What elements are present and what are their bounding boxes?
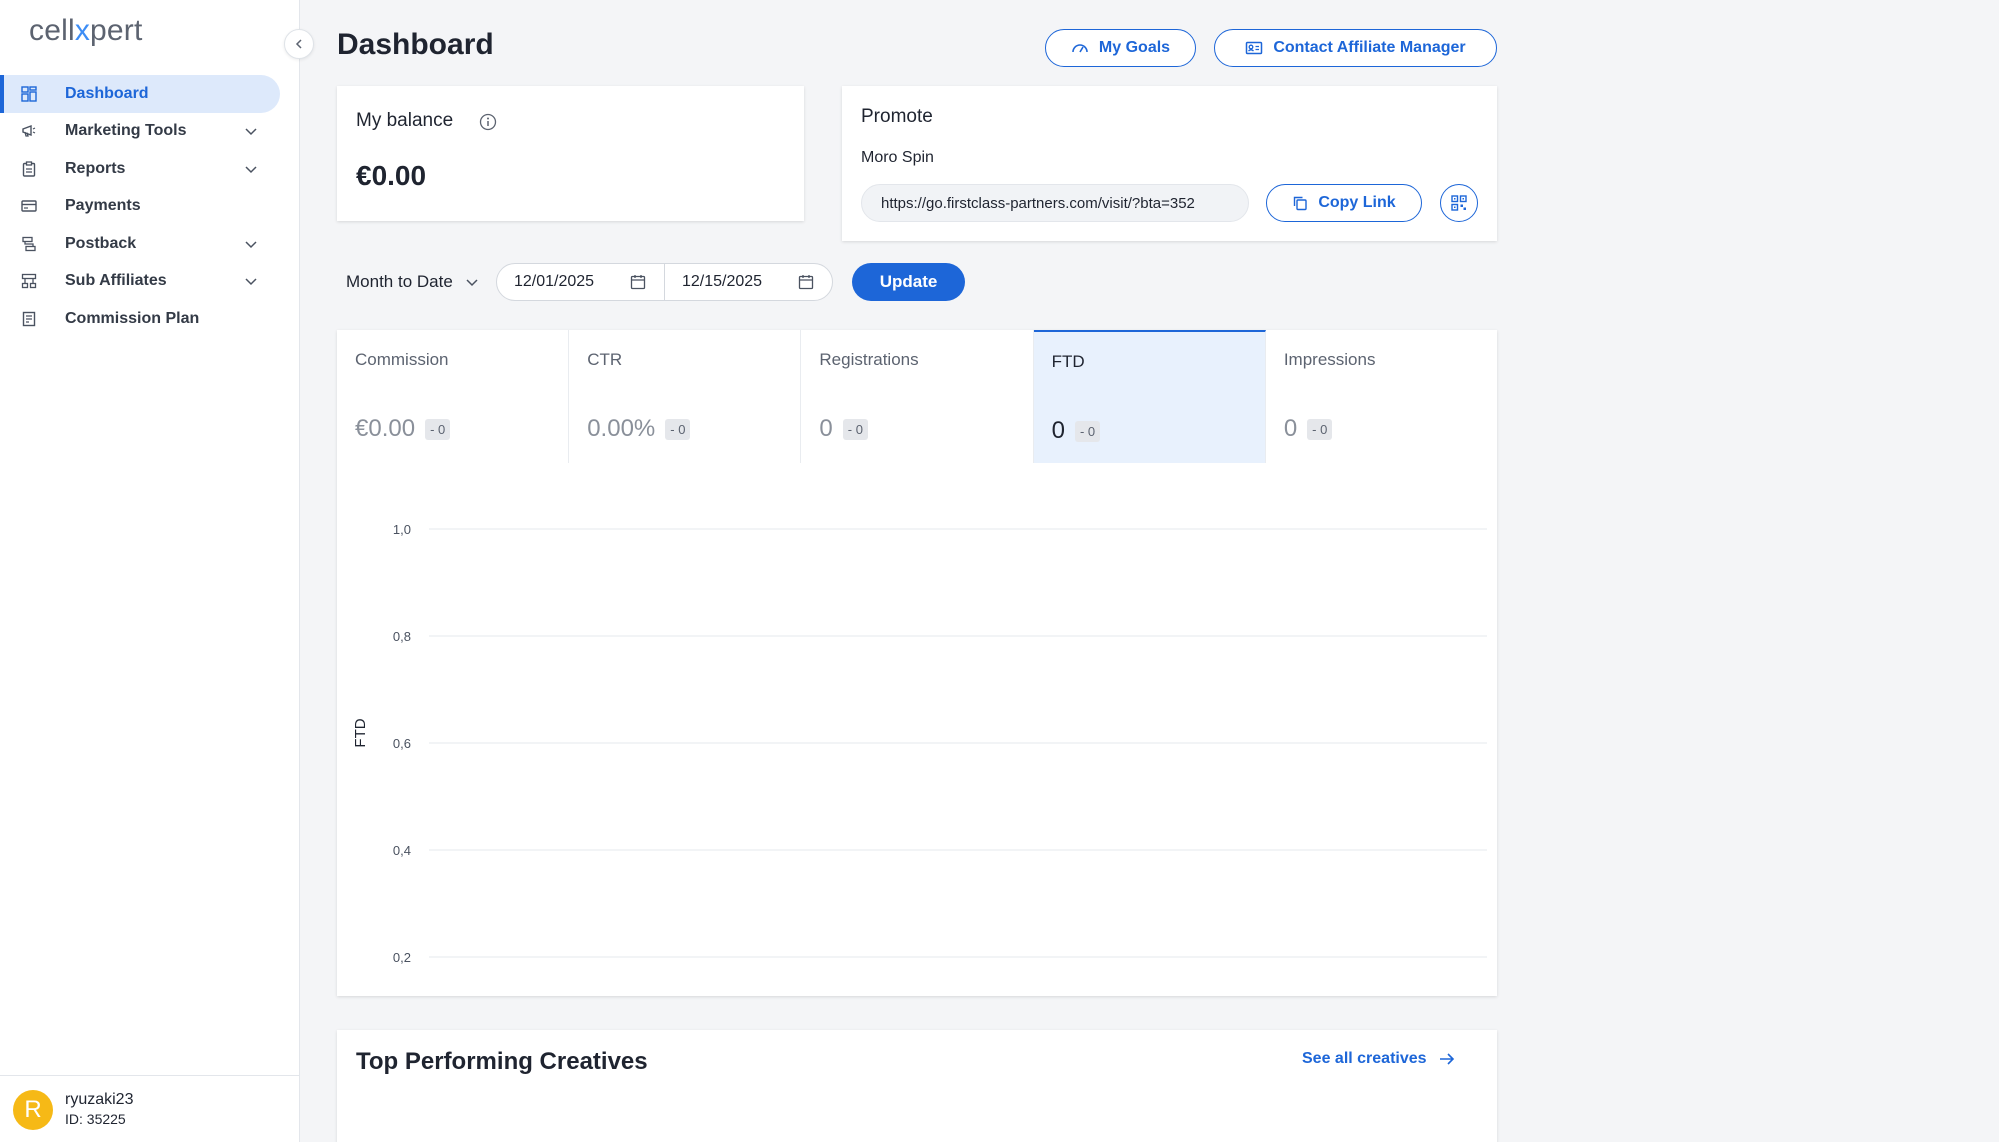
calendar-icon[interactable] bbox=[798, 274, 814, 290]
y-tick-label: 0,4 bbox=[393, 843, 411, 858]
sidebar-item-dashboard[interactable]: Dashboard bbox=[0, 75, 280, 113]
tracking-link-field[interactable]: https://go.firstclass-partners.com/visit… bbox=[861, 184, 1249, 222]
kpi-delta-badge: - 0 bbox=[425, 418, 451, 440]
my-goals-label: My Goals bbox=[1098, 39, 1171, 56]
sidebar-item-label: Payments bbox=[65, 197, 141, 215]
balance-title: My balance bbox=[356, 110, 454, 131]
postback-icon bbox=[20, 235, 38, 253]
chevron-down-icon bbox=[466, 279, 478, 287]
see-all-label: See all creatives bbox=[1302, 1050, 1427, 1067]
copy-link-label: Copy Link bbox=[1318, 194, 1396, 211]
kpi-delta-badge: - 0 bbox=[1074, 420, 1101, 442]
end-date-value: 12/15/2025 bbox=[682, 273, 763, 290]
kpi-tab-impressions[interactable]: Impressions 0 - 0 bbox=[1266, 330, 1497, 463]
kpi-delta-badge: - 0 bbox=[665, 418, 691, 440]
creatives-card: Top Performing Creatives See all creativ… bbox=[337, 1030, 1497, 1142]
kpi-value: 0 bbox=[1283, 415, 1298, 442]
kpi-value: 0 bbox=[819, 415, 833, 442]
sidebar-item-commission-plan[interactable]: Commission Plan bbox=[0, 300, 300, 338]
sidebar-item-label: Marketing Tools bbox=[65, 122, 187, 140]
ftd-chart: FTD 1,00,80,60,40,20 bbox=[352, 522, 1487, 965]
balance-value: €0.00 bbox=[356, 160, 427, 191]
kpi-label: CTR bbox=[587, 350, 623, 369]
kpi-row: Commission €0.00 - 0 CTR 0.00% - 0 Registr… bbox=[337, 330, 1497, 463]
date-picker: 12/01/2025 12/15/2025 bbox=[496, 263, 833, 301]
sidebar-item-label: Sub Affiliates bbox=[65, 272, 167, 290]
user-profile[interactable]: R ryuzaki23 ID: 35225 bbox=[0, 1075, 300, 1142]
sidebar-item-postback[interactable]: Postback bbox=[0, 225, 300, 263]
sidebar-item-sub-affiliates[interactable]: Sub Affiliates bbox=[0, 263, 300, 301]
date-range-label: Month to Date bbox=[346, 272, 453, 291]
info-icon[interactable] bbox=[479, 113, 497, 131]
arrow-right-icon bbox=[1439, 1053, 1454, 1065]
copy-link-button[interactable]: Copy Link bbox=[1266, 184, 1422, 222]
kpi-tab-commission[interactable]: Commission €0.00 - 0 bbox=[337, 330, 570, 463]
chevron-left-icon bbox=[295, 39, 302, 49]
date-range-select[interactable]: Month to Date bbox=[346, 267, 479, 297]
kpi-value: 0 bbox=[1051, 417, 1065, 444]
y-tick-label: 0,2 bbox=[393, 950, 411, 965]
sidebar-item-label: Dashboard bbox=[65, 84, 149, 102]
kpi-value: 0.00% bbox=[587, 415, 656, 442]
kpi-tab-ctr[interactable]: CTR 0.00% - 0 bbox=[569, 330, 802, 463]
page-title: Dashboard bbox=[337, 28, 494, 61]
kpi-tab-ftd[interactable]: FTD 0 - 0 bbox=[1033, 330, 1266, 463]
contact-card-icon bbox=[1246, 41, 1263, 55]
chevron-down-icon[interactable] bbox=[243, 236, 259, 252]
kpi-value: €0.00 bbox=[355, 415, 416, 442]
collapse-sidebar-button[interactable] bbox=[284, 29, 314, 59]
promote-card: Promote Moro Spin https://go.firstclass-… bbox=[842, 86, 1497, 241]
see-all-creatives-link[interactable]: See all creatives bbox=[1302, 1050, 1455, 1068]
kpi-label: Commission bbox=[355, 350, 449, 369]
update-button[interactable]: Update bbox=[852, 263, 965, 301]
kpi-label: Registrations bbox=[819, 350, 919, 369]
contact-affiliate-manager-button[interactable]: Contact Affiliate Manager bbox=[1214, 29, 1497, 67]
promote-title: Promote bbox=[861, 106, 933, 127]
kpi-label: Impressions bbox=[1283, 350, 1376, 369]
balance-card: My balance €0.00 bbox=[337, 86, 804, 221]
creatives-title: Top Performing Creatives bbox=[356, 1048, 648, 1075]
gauge-icon bbox=[1072, 44, 1088, 53]
stats-card: Commission €0.00 - 0 CTR 0.00% - 0 Registr… bbox=[337, 330, 1497, 996]
y-tick-label: 1,0 bbox=[393, 522, 411, 537]
sidebar: cellxpert Dashboard Marketing Tools Repo… bbox=[0, 0, 300, 1142]
copy-icon bbox=[1294, 196, 1308, 211]
chevron-down-icon[interactable] bbox=[243, 273, 259, 289]
document-icon bbox=[20, 310, 38, 328]
end-date-field[interactable]: 12/15/2025 bbox=[664, 264, 832, 300]
clipboard-icon bbox=[20, 160, 38, 178]
chevron-down-icon[interactable] bbox=[243, 161, 259, 177]
sidebar-nav: Dashboard Marketing Tools Reports Paymen… bbox=[0, 75, 300, 338]
sidebar-item-label: Reports bbox=[65, 159, 126, 177]
user-id: ID: 35225 bbox=[65, 1111, 126, 1127]
kpi-label: FTD bbox=[1051, 352, 1085, 371]
brand-name: Moro Spin bbox=[861, 149, 934, 166]
megaphone-icon bbox=[20, 122, 38, 140]
start-date-field[interactable]: 12/01/2025 bbox=[497, 264, 664, 300]
start-date-value: 12/01/2025 bbox=[514, 273, 595, 290]
y-axis-label: FTD bbox=[352, 718, 369, 747]
avatar: R bbox=[13, 1090, 53, 1130]
qr-code-button[interactable] bbox=[1440, 184, 1478, 222]
sidebar-item-reports[interactable]: Reports bbox=[0, 150, 300, 188]
calendar-icon[interactable] bbox=[630, 274, 646, 290]
username: ryuzaki23 bbox=[65, 1091, 134, 1108]
qr-code-icon bbox=[1451, 195, 1467, 211]
y-tick-label: 0,8 bbox=[393, 629, 411, 644]
contact-affiliate-manager-label: Contact Affiliate Manager bbox=[1273, 39, 1466, 56]
sidebar-item-label: Commission Plan bbox=[65, 309, 200, 327]
sidebar-item-label: Postback bbox=[65, 234, 137, 252]
kpi-delta-badge: - 0 bbox=[842, 418, 868, 440]
kpi-tab-registrations[interactable]: Registrations 0 - 0 bbox=[801, 330, 1034, 463]
sub-affiliates-icon bbox=[20, 272, 38, 290]
my-goals-button[interactable]: My Goals bbox=[1045, 29, 1196, 67]
kpi-delta-badge: - 0 bbox=[1307, 418, 1333, 440]
credit-card-icon bbox=[20, 197, 38, 215]
sidebar-item-marketing-tools[interactable]: Marketing Tools bbox=[0, 113, 300, 151]
logo[interactable]: cellxpert bbox=[29, 14, 143, 48]
y-tick-label: 0,6 bbox=[393, 736, 411, 751]
chevron-down-icon[interactable] bbox=[243, 123, 259, 139]
dashboard-icon bbox=[20, 85, 38, 103]
sidebar-item-payments[interactable]: Payments bbox=[0, 188, 300, 226]
